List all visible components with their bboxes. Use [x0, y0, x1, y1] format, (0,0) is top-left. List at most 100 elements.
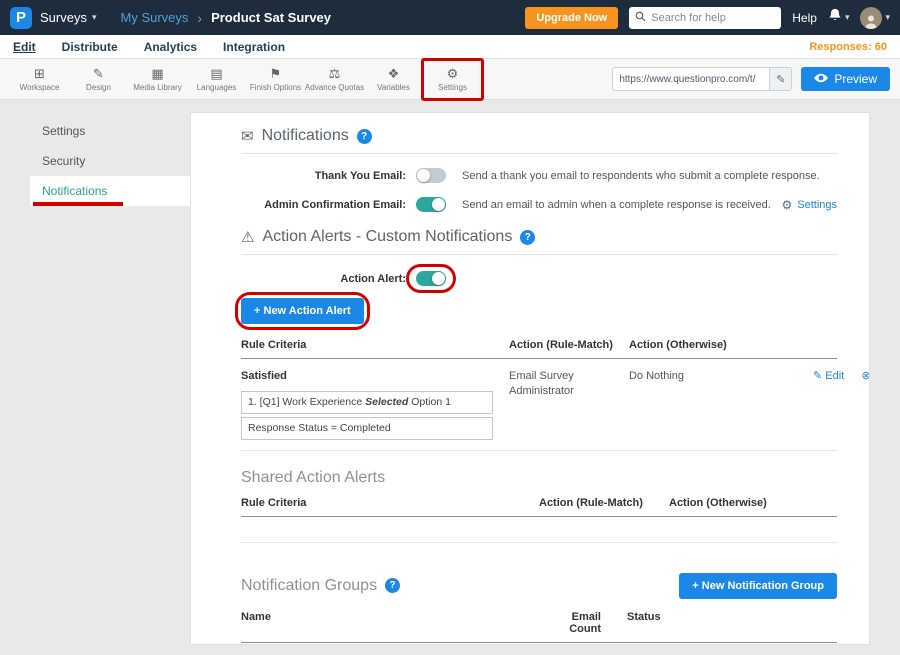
group-row: SankTest (Sanket, Zolin) 2 Active + Add … — [241, 643, 837, 645]
preview-button[interactable]: Preview — [801, 67, 890, 91]
thank-you-email-row: Thank You Email: Send a thank you email … — [241, 168, 837, 183]
action-alert-toggle-wrap — [416, 271, 446, 286]
questionpro-app: P Surveys ▾ My Surveys › Product Sat Sur… — [0, 0, 900, 655]
survey-url-value[interactable]: https://www.questionpro.com/t/ — [613, 74, 769, 85]
preview-button-label: Preview — [834, 72, 877, 86]
toolbar-item-settings[interactable]: ⚙ Settings — [423, 66, 482, 92]
admin-confirmation-label: Admin Confirmation Email: — [241, 199, 406, 211]
sidebar-item-settings[interactable]: Settings — [30, 116, 190, 146]
surveys-menu[interactable]: Surveys ▾ — [40, 10, 97, 25]
toolbar-item-languages[interactable]: ▤ Languages — [187, 66, 246, 92]
action-alert-toggle-row: Action Alert: — [241, 271, 837, 286]
groups-table-header: Name Email Count Status — [241, 611, 837, 643]
toolbar-item-finish-options[interactable]: ⚑ Finish Options — [246, 66, 305, 92]
edit-url-pencil-icon[interactable]: ✎ — [769, 68, 791, 90]
new-action-alert-button[interactable]: + New Action Alert — [241, 298, 364, 324]
toolbar-item-variables[interactable]: ❖ Variables — [364, 66, 423, 92]
notifications-panel: ✉ Notifications ? Thank You Email: Send … — [190, 112, 870, 645]
responses-count[interactable]: Responses: 60 — [809, 41, 887, 53]
toolbar-item-media-library[interactable]: ▦ Media Library — [128, 66, 187, 92]
tab-edit[interactable]: Edit — [13, 40, 36, 54]
help-link[interactable]: Help — [792, 11, 817, 25]
variables-icon: ❖ — [388, 66, 400, 81]
shared-alerts-table-header: Rule Criteria Action (Rule-Match) Action… — [241, 497, 837, 517]
divider — [241, 254, 837, 255]
eye-icon — [814, 72, 828, 86]
criteria-name: Satisfied — [241, 369, 499, 384]
account-menu[interactable]: ▾ — [860, 7, 890, 29]
bell-icon — [828, 8, 842, 27]
delete-alert-link[interactable]: ⊗ Delete — [861, 370, 870, 382]
breadcrumb-current-survey: Product Sat Survey — [211, 10, 331, 25]
admin-confirmation-toggle[interactable] — [416, 197, 446, 212]
action-alert-row: Satisfied 1. [Q1] Work Experience Select… — [241, 359, 837, 451]
tab-analytics[interactable]: Analytics — [144, 40, 197, 54]
tab-distribute[interactable]: Distribute — [62, 40, 118, 54]
sidebar-item-security[interactable]: Security — [30, 146, 190, 176]
col-rule-criteria: Rule Criteria — [241, 497, 539, 509]
toolbar-item-label: Settings — [438, 83, 467, 92]
settings-gear-icon: ⚙ — [447, 66, 459, 81]
new-action-alert-wrap: + New Action Alert — [241, 298, 364, 324]
notification-groups-help-icon[interactable]: ? — [385, 578, 400, 593]
sidebar-item-label: Notifications — [42, 184, 107, 198]
col-status: Status — [601, 611, 801, 635]
notifications-section-header: ✉ Notifications ? — [241, 127, 837, 145]
admin-confirmation-email-row: Admin Confirmation Email: Send an email … — [241, 197, 837, 212]
finish-options-icon: ⚑ — [270, 66, 282, 81]
toggle-knob — [417, 169, 430, 182]
help-search-box[interactable] — [629, 7, 781, 29]
notifications-title: Notifications — [262, 127, 349, 145]
criteria-condition-1: 1. [Q1] Work Experience Selected Option … — [241, 391, 493, 414]
action-alert-label: Action Alert: — [241, 273, 406, 285]
workspace-icon: ⊞ — [34, 66, 45, 81]
questionpro-logo[interactable]: P — [10, 7, 32, 29]
surveys-menu-label: Surveys — [40, 10, 87, 25]
avatar — [860, 7, 882, 29]
rule-criteria-cell: Satisfied 1. [Q1] Work Experience Select… — [241, 369, 509, 440]
shared-action-alerts-title: Shared Action Alerts — [241, 469, 837, 487]
breadcrumb-separator-icon: › — [197, 10, 202, 26]
tab-integration[interactable]: Integration — [223, 40, 285, 54]
toolbar-item-label: Finish Options — [250, 83, 301, 92]
languages-icon: ▤ — [210, 66, 222, 81]
thank-you-email-label: Thank You Email: — [241, 170, 406, 182]
notification-groups-section: Notification Groups ? + New Notification… — [241, 573, 837, 645]
toolbar-item-advance-quotas[interactable]: ⚖ Advance Quotas — [305, 66, 364, 92]
new-action-alert-label: New Action Alert — [264, 305, 351, 317]
row-actions: ✎ Edit ⊗ Delete — [799, 369, 870, 440]
col-email-count: Email Count — [539, 611, 601, 635]
chevron-down-icon: ▾ — [845, 12, 850, 23]
action-alerts-title: Action Alerts - Custom Notifications — [262, 228, 512, 246]
new-group-label: New Notification Group — [702, 580, 824, 592]
action-alerts-table: Rule Criteria Action (Rule-Match) Action… — [241, 339, 837, 451]
admin-email-settings-link[interactable]: Settings — [797, 199, 837, 211]
divider — [241, 153, 837, 154]
notification-groups-header: Notification Groups ? + New Notification… — [241, 573, 837, 599]
advance-quotas-icon: ⚖ — [329, 66, 341, 81]
thank-you-email-toggle[interactable] — [416, 168, 446, 183]
sidebar-item-notifications[interactable]: Notifications — [30, 176, 190, 206]
settings-sidebar: Settings Security Notifications — [30, 112, 190, 645]
toolbar-item-workspace[interactable]: ⊞ Workspace — [10, 66, 69, 92]
edit-alert-link[interactable]: ✎ Edit — [813, 370, 844, 382]
action-alerts-help-icon[interactable]: ? — [520, 230, 535, 245]
search-input[interactable] — [651, 12, 775, 24]
toolbar-item-label: Advance Quotas — [305, 83, 364, 92]
action-alerts-section-header: ⚠ Action Alerts - Custom Notifications ? — [241, 228, 837, 246]
chevron-down-icon: ▾ — [885, 12, 890, 23]
notifications-help-icon[interactable]: ? — [357, 129, 372, 144]
chevron-down-icon: ▾ — [92, 12, 97, 23]
upgrade-now-button[interactable]: Upgrade Now — [525, 7, 618, 29]
edit-toolbar: ⊞ Workspace ✎ Design ▦ Media Library ▤ L… — [0, 59, 900, 100]
new-notification-group-button[interactable]: + New Notification Group — [679, 573, 837, 599]
notifications-bell-menu[interactable]: ▾ — [828, 8, 850, 27]
toolbar-item-label: Languages — [197, 83, 237, 92]
toggle-knob — [432, 272, 445, 285]
toolbar-item-design[interactable]: ✎ Design — [69, 66, 128, 92]
envelope-icon: ✉ — [241, 127, 254, 145]
media-library-icon: ▦ — [151, 66, 163, 81]
action-alert-toggle[interactable] — [416, 271, 446, 286]
breadcrumb-my-surveys[interactable]: My Surveys — [121, 10, 189, 25]
admin-confirmation-description: Send an email to admin when a complete r… — [462, 199, 771, 211]
